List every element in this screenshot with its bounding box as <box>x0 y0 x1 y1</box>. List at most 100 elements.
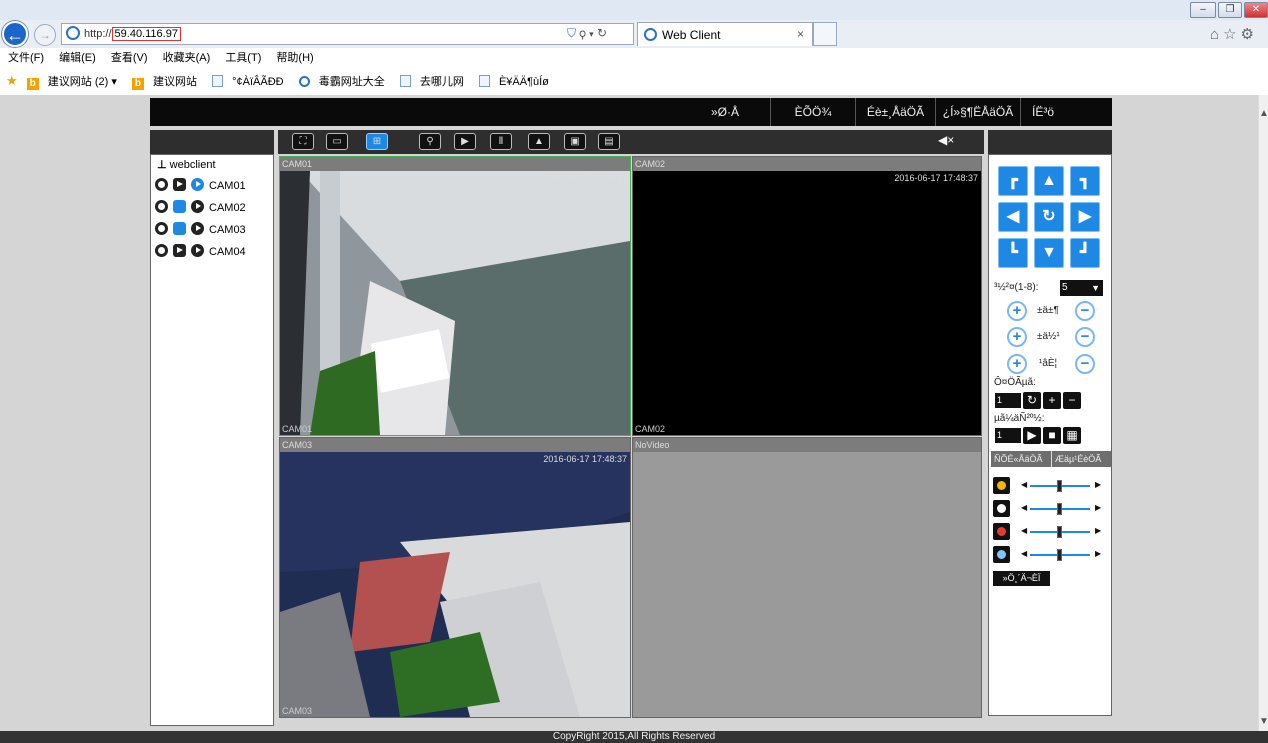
forward-button[interactable]: → <box>34 24 56 46</box>
tree-root[interactable]: ⊥ webclient <box>157 158 216 171</box>
camera-row[interactable]: CAM02 <box>155 199 246 217</box>
nav-playback[interactable]: »Ø·Å <box>680 98 770 126</box>
menu-edit[interactable]: 编辑(E) <box>59 52 96 64</box>
decrease-icon[interactable]: ◀ <box>1021 503 1027 512</box>
single-view-icon[interactable]: ▭ <box>326 133 348 150</box>
mute-icon[interactable]: ◀× <box>938 133 954 147</box>
fav-item[interactable]: È¥ÄÄ¶ùÍø <box>478 75 555 88</box>
menu-favorites[interactable]: 收藏夹(A) <box>163 52 211 64</box>
ptz-down-button[interactable]: ▼ <box>1034 238 1064 268</box>
nav-log[interactable]: ÈÕÖ¾ <box>770 98 855 126</box>
camera-row[interactable]: CAM04 <box>155 243 246 261</box>
increase-icon[interactable]: ▶ <box>1095 526 1101 535</box>
fav-item[interactable]: b 建议网站 (2) ▾ <box>26 76 123 90</box>
video-cell-2[interactable]: CAM02 2016-06-17 17:48:37 CAM02 <box>632 156 982 436</box>
tab-other-config[interactable]: Æäµ¹ÉèÖÃ <box>1051 451 1111 467</box>
decrease-icon[interactable]: ◀ <box>1021 526 1027 535</box>
reset-default-button[interactable]: »Ö¸´Ä¬ÈÏ <box>993 571 1050 586</box>
ptz-up-left-button[interactable]: ┏ <box>998 166 1028 196</box>
increase-icon[interactable]: ▶ <box>1095 480 1101 489</box>
preset-input[interactable]: 1 <box>995 393 1021 408</box>
tab-color-config[interactable]: ÑÕÉ«ÅäÖÃ <box>991 451 1051 467</box>
play-icon[interactable] <box>173 222 186 235</box>
decrease-icon[interactable]: ◀ <box>1021 549 1027 558</box>
address-tools[interactable]: ⛉ ⚲ ▾ ↻ <box>567 26 607 41</box>
play-icon[interactable] <box>173 178 186 191</box>
record-icon[interactable] <box>155 200 168 213</box>
cruise-input[interactable]: 1 <box>995 428 1021 443</box>
menu-tools[interactable]: 工具(T) <box>225 52 261 64</box>
ptz-right-button[interactable]: ▶ <box>1070 202 1100 232</box>
new-tab-button[interactable] <box>813 22 837 46</box>
ptz-up-button[interactable]: ▲ <box>1034 166 1064 196</box>
preview-icon[interactable] <box>191 200 204 213</box>
record-all-icon[interactable]: ▤ <box>598 133 620 150</box>
image-slider[interactable]: ◀ ▶ <box>993 546 1105 564</box>
preset-goto-icon[interactable]: ↻ <box>1023 392 1041 409</box>
decrease-icon[interactable]: ◀ <box>1021 480 1027 489</box>
tab-close-icon[interactable]: × <box>797 27 804 41</box>
play-icon[interactable] <box>173 200 186 213</box>
increase-icon[interactable]: ▶ <box>1095 549 1101 558</box>
record-icon[interactable] <box>155 244 168 257</box>
iris-close-button[interactable]: − <box>1075 354 1095 374</box>
ptz-auto-button[interactable]: ↻ <box>1034 202 1064 232</box>
slider-knob[interactable] <box>1057 549 1062 561</box>
pause-icon[interactable]: Ⅱ <box>490 133 512 150</box>
restore-button[interactable]: ❐ <box>1218 2 1242 18</box>
image-slider[interactable]: ◀ ▶ <box>993 523 1105 541</box>
speed-select[interactable]: 5 ▼ <box>1060 280 1103 296</box>
home-icon[interactable]: ⌂ <box>1210 26 1223 43</box>
play-icon[interactable] <box>173 244 186 257</box>
refresh-icon[interactable]: ↻ <box>597 26 607 40</box>
slider-knob[interactable] <box>1057 480 1062 492</box>
camera-row[interactable]: CAM03 <box>155 221 246 239</box>
focus-in-button[interactable]: + <box>1007 327 1027 347</box>
browser-tab[interactable]: Web Client <box>637 22 813 46</box>
gear-icon[interactable]: ⚙ <box>1241 26 1258 43</box>
nav-client-config[interactable]: ¿Í»§¶ËÅäÖÃ <box>935 98 1020 126</box>
close-window-button[interactable]: ✕ <box>1244 2 1268 18</box>
back-button[interactable]: ← <box>2 21 28 47</box>
focus-out-button[interactable]: − <box>1075 327 1095 347</box>
search-icon[interactable]: ⚲ <box>579 26 585 40</box>
zoom-in-button[interactable]: + <box>1007 301 1027 321</box>
fav-item[interactable]: 毒霸网址大全 <box>298 76 391 88</box>
play-icon[interactable]: ▶ <box>454 133 476 150</box>
increase-icon[interactable]: ▶ <box>1095 503 1101 512</box>
ptz-left-button[interactable]: ◀ <box>998 202 1028 232</box>
fav-item[interactable]: 去哪儿网 <box>399 75 470 88</box>
favorites-star-icon[interactable]: ★ <box>6 73 18 88</box>
record-icon[interactable] <box>155 222 168 235</box>
fav-item[interactable]: °¢ÀïÂÃÐÐ <box>212 75 290 88</box>
slider-knob[interactable] <box>1057 503 1062 515</box>
record-icon[interactable]: ▣ <box>564 133 586 150</box>
cruise-grid-icon[interactable]: ▦ <box>1063 427 1081 444</box>
zoom-icon[interactable]: ⚲ <box>419 133 441 150</box>
preview-icon[interactable] <box>191 222 204 235</box>
nav-device-config[interactable]: Éè±¸ÅäÖÃ <box>855 98 935 126</box>
menu-file[interactable]: 文件(F) <box>8 52 44 64</box>
ptz-down-right-button[interactable]: ┛ <box>1070 238 1100 268</box>
page-scrollbar[interactable] <box>1258 95 1268 731</box>
record-icon[interactable] <box>155 178 168 191</box>
fav-item[interactable]: b 建议网站 <box>131 76 203 90</box>
address-bar[interactable]: http://59.40.116.97 <box>61 23 634 45</box>
nav-logout[interactable]: ÍË³ö <box>1020 98 1065 126</box>
star-icon[interactable]: ☆ <box>1223 26 1240 43</box>
minimize-button[interactable]: – <box>1190 2 1216 18</box>
video-cell-3[interactable]: CAM03 2016-06-17 17:48:37 CAM03 <box>279 437 631 718</box>
snapshot-icon[interactable]: ▲ <box>528 133 550 150</box>
quad-view-icon[interactable]: ⊞ <box>366 133 388 150</box>
preview-icon[interactable] <box>191 178 204 191</box>
menu-help[interactable]: 帮助(H) <box>276 52 313 64</box>
preset-remove-icon[interactable]: − <box>1063 392 1081 409</box>
zoom-out-button[interactable]: − <box>1075 301 1095 321</box>
video-cell-4[interactable]: NoVideo <box>632 437 982 718</box>
menu-view[interactable]: 查看(V) <box>111 52 148 64</box>
image-slider[interactable]: ◀ ▶ <box>993 477 1105 495</box>
slider-knob[interactable] <box>1057 526 1062 538</box>
camera-row[interactable]: CAM01 <box>155 177 246 195</box>
scroll-up-icon[interactable]: ▲ <box>1259 108 1268 119</box>
dropdown-icon[interactable]: ▾ <box>589 29 594 39</box>
